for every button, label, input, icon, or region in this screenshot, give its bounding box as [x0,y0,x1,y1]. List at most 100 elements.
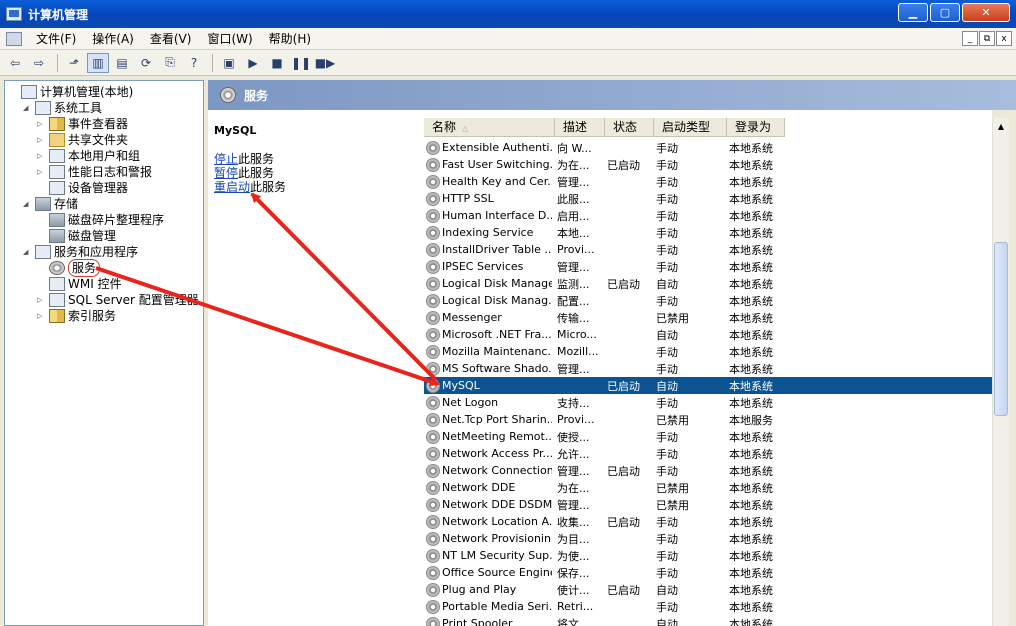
service-row[interactable]: Messenger 传输... 已禁用 本地系统 [424,309,992,326]
close-button[interactable]: ✕ [962,3,1010,22]
service-name: MS Software Shado... [442,362,552,375]
menu-view[interactable]: 查看(V) [142,28,200,50]
service-row[interactable]: Extensible Authenti... 向 W... 手动 本地系统 [424,139,992,156]
service-row[interactable]: Network DDE 为在... 已禁用 本地系统 [424,479,992,496]
service-row[interactable]: Network Connections 管理... 已启动 手动 本地系统 [424,462,992,479]
tree-expander-icon[interactable]: ◢ [23,244,32,260]
help-icon[interactable]: ? [183,53,205,73]
tree-expander-icon[interactable]: ▷ [37,308,46,324]
menu-file[interactable]: 文件(F) [28,28,84,50]
tree-node[interactable]: ▷ 性能日志和警报 [37,164,152,180]
menu-action[interactable]: 操作(A) [84,28,142,50]
service-row[interactable]: MySQL 已启动 自动 本地系统 [424,377,992,394]
service-row[interactable]: Net.Tcp Port Sharin... Provi... 已禁用 本地服务 [424,411,992,428]
pause-service-link[interactable]: 暂停 [214,166,238,180]
restart-service-icon[interactable]: ■▶ [314,53,336,73]
service-startup-type: 手动 [656,447,678,461]
service-row[interactable]: Microsoft .NET Fra... Micro... 自动 本地系统 [424,326,992,343]
chart-icon [49,165,65,179]
service-row[interactable]: Office Source Engine 保存... 手动 本地系统 [424,564,992,581]
menu-help[interactable]: 帮助(H) [261,28,319,50]
vertical-scrollbar[interactable]: ▲ [992,118,1009,626]
back-icon[interactable]: ⇦ [4,53,26,73]
tree-node[interactable]: WMI 控件 [37,276,122,292]
forward-icon[interactable]: ⇨ [28,53,50,73]
tree-expander-icon[interactable]: ▷ [37,148,46,164]
service-row[interactable]: NetMeeting Remot... 使授... 手动 本地系统 [424,428,992,445]
service-row[interactable]: Logical Disk Manager 监测... 已启动 自动 本地系统 [424,275,992,292]
column-header-name[interactable]: 名称 △ [424,118,555,137]
tree-node[interactable]: ▷ 索引服务 [37,308,116,324]
pause-service-icon[interactable]: ❚❚ [290,53,312,73]
tree-expander-icon[interactable]: ◢ [23,196,32,212]
tree-node[interactable]: ◢ 存储 [23,196,78,212]
service-row[interactable]: NT LM Security Sup... 为使... 手动 本地系统 [424,547,992,564]
export-list-icon[interactable]: ⎘ [159,53,181,73]
minimize-button[interactable]: ▁ [898,3,928,22]
column-header-startup-type[interactable]: 启动类型 [654,118,727,137]
system-menu-icon[interactable] [6,31,22,46]
service-description: 为在... [557,158,590,172]
service-row[interactable]: Network Provisionin... 为目... 手动 本地系统 [424,530,992,547]
child-minimize-button[interactable]: _ [962,31,978,46]
service-row[interactable]: Network Location A... 收集... 已启动 手动 本地系统 [424,513,992,530]
service-row[interactable]: Logical Disk Manag... 配置... 手动 本地系统 [424,292,992,309]
service-row[interactable]: InstallDriver Table ... Provi... 手动 本地系统 [424,241,992,258]
start-service-icon[interactable]: ▶ [242,53,264,73]
service-row[interactable]: Fast User Switching... 为在... 已启动 手动 本地系统 [424,156,992,173]
stop-service-link[interactable]: 停止 [214,152,238,166]
tree-node[interactable]: 磁盘碎片整理程序 [37,212,164,228]
properties-icon[interactable]: ▤ [111,53,133,73]
service-row[interactable]: HTTP SSL 此服... 手动 本地系统 [424,190,992,207]
show-hide-tree-icon[interactable]: ▥ [87,52,109,73]
column-header-status[interactable]: 状态 [605,118,654,137]
tree-expander-icon[interactable]: ▷ [37,292,46,308]
tree-expander-icon[interactable]: ▷ [37,132,46,148]
service-row[interactable]: Plug and Play 使计... 已启动 自动 本地系统 [424,581,992,598]
maximize-button[interactable]: ▢ [930,3,960,22]
service-row[interactable]: Portable Media Seri... Retri... 手动 本地系统 [424,598,992,615]
refresh-icon[interactable]: ⟳ [135,53,157,73]
tree-node[interactable]: ▷ 事件查看器 [37,116,128,132]
tree-node[interactable]: 计算机管理(本地) [9,84,133,100]
tree-node[interactable]: ▷ SQL Server 配置管理器 [37,292,199,308]
child-restore-button[interactable]: ⧉ [979,31,995,46]
service-row[interactable]: Network DDE DSDM 管理... 已禁用 本地系统 [424,496,992,513]
up-folder-icon[interactable]: ⬏ [63,53,85,73]
tree-expander-icon[interactable]: ▷ [37,116,46,132]
stop-service-icon[interactable]: ■ [266,53,288,73]
service-log-on-as: 本地系统 [729,277,773,291]
scroll-thumb[interactable] [994,242,1008,416]
tree-node[interactable]: ▷ 共享文件夹 [37,132,128,148]
service-startup-type: 已禁用 [656,498,689,512]
tree-expander-icon[interactable]: ◢ [23,100,32,116]
service-row[interactable]: Health Key and Cer... 管理... 手动 本地系统 [424,173,992,190]
column-header-log-on-as[interactable]: 登录为 [727,118,785,137]
service-row[interactable]: Indexing Service 本地... 手动 本地系统 [424,224,992,241]
tree-node[interactable]: 设备管理器 [37,180,128,196]
tree-expander-icon[interactable]: ▷ [37,164,46,180]
tree-node[interactable]: 服务 [37,259,101,277]
service-status: 已启动 [607,379,640,393]
service-row[interactable]: Human Interface D... 启用... 手动 本地系统 [424,207,992,224]
tree-node-label: 服务 [68,259,101,277]
service-row[interactable]: IPSEC Services 管理... 手动 本地系统 [424,258,992,275]
service-gear-icon [426,293,440,308]
menu-window[interactable]: 窗口(W) [199,28,260,50]
tree-node[interactable]: 磁盘管理 [37,228,116,244]
service-row[interactable]: MS Software Shado... 管理... 手动 本地系统 [424,360,992,377]
tree-node[interactable]: ◢ 系统工具 [23,100,102,116]
scroll-up-icon[interactable]: ▲ [993,118,1009,134]
service-row[interactable]: Print Spooler 将文... 自动 本地系统 [424,615,992,626]
child-close-button[interactable]: x [996,31,1012,46]
service-row[interactable]: Mozilla Maintenanc... Mozill... 手动 本地系统 [424,343,992,360]
restart-service-link[interactable]: 重启动 [214,180,250,194]
column-header-description[interactable]: 描述 [555,118,605,137]
show-action-pane-icon[interactable]: ▣ [218,53,240,73]
service-name: Health Key and Cer... [442,175,552,188]
service-row[interactable]: Network Access Pr... 允许... 手动 本地系统 [424,445,992,462]
tree-node[interactable]: ▷ 本地用户和组 [37,148,140,164]
tree-node[interactable]: ◢ 服务和应用程序 [23,244,138,260]
service-row[interactable]: Net Logon 支持... 手动 本地系统 [424,394,992,411]
service-gear-icon [426,548,440,563]
